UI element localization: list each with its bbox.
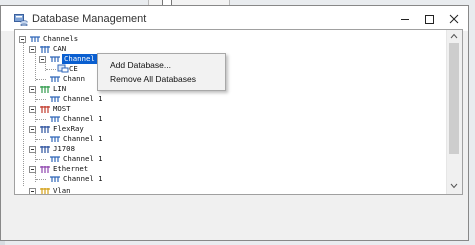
tree-guide-line bbox=[35, 51, 36, 81]
maximize-icon[interactable] bbox=[418, 10, 440, 28]
collapse-toggle[interactable] bbox=[39, 56, 46, 63]
remove-all-databases-menu-item[interactable]: Remove All Databases bbox=[98, 72, 225, 86]
tree-guide-line bbox=[36, 79, 46, 80]
add-database-menu-item[interactable]: Add Database... bbox=[98, 58, 225, 72]
channels-icon bbox=[30, 36, 40, 42]
tree-guide-line bbox=[46, 69, 56, 70]
collapse-toggle[interactable] bbox=[29, 106, 36, 113]
collapse-toggle[interactable] bbox=[29, 166, 36, 173]
minimize-icon[interactable] bbox=[394, 10, 416, 28]
tree-guide-line bbox=[36, 179, 46, 180]
tree-guide-line bbox=[23, 40, 24, 186]
lin-bus-icon bbox=[40, 86, 50, 93]
database-tree-panel[interactable]: Channels CAN Channel 1 CE Chann LIN Chan… bbox=[14, 29, 463, 195]
collapse-toggle[interactable] bbox=[29, 126, 36, 133]
can-bus-icon bbox=[40, 46, 50, 53]
tree-guide-line bbox=[36, 139, 46, 140]
channel-icon bbox=[50, 176, 60, 182]
database-icon bbox=[57, 64, 69, 73]
database-management-window: Database Management Channels CAN Channel… bbox=[0, 5, 469, 241]
scrollbar-thumb[interactable] bbox=[449, 43, 459, 154]
channel-icon bbox=[50, 116, 60, 122]
dialog-bottom-area bbox=[1, 196, 468, 240]
tree-vertical-scrollbar[interactable] bbox=[446, 30, 462, 194]
title-bar[interactable]: Database Management bbox=[1, 6, 468, 31]
collapse-toggle[interactable] bbox=[19, 36, 26, 43]
collapse-toggle[interactable] bbox=[29, 188, 36, 194]
scroll-up-icon[interactable] bbox=[450, 33, 458, 39]
close-icon[interactable] bbox=[443, 10, 465, 28]
tree-guide-line bbox=[36, 119, 46, 120]
channel-icon bbox=[50, 96, 60, 102]
database-management-icon bbox=[14, 14, 28, 26]
collapse-toggle[interactable] bbox=[29, 86, 36, 93]
most-bus-icon bbox=[40, 106, 50, 113]
vlan-bus-icon bbox=[40, 188, 50, 194]
context-menu: Add Database... Remove All Databases bbox=[97, 53, 226, 91]
window-title: Database Management bbox=[32, 13, 147, 25]
collapse-toggle[interactable] bbox=[29, 146, 36, 153]
channel-icon bbox=[50, 156, 60, 162]
channel-icon bbox=[50, 136, 60, 142]
database-tree[interactable]: Channels CAN Channel 1 CE Chann LIN Chan… bbox=[15, 30, 447, 194]
j1708-bus-icon bbox=[40, 146, 50, 153]
scroll-down-icon[interactable] bbox=[450, 183, 458, 189]
channel-icon bbox=[50, 76, 60, 82]
collapse-toggle[interactable] bbox=[29, 46, 36, 53]
tree-guide-line bbox=[36, 99, 46, 100]
channel-icon bbox=[50, 56, 60, 62]
flexray-bus-icon bbox=[40, 126, 50, 133]
ethernet-bus-icon bbox=[40, 166, 50, 173]
tree-guide-line bbox=[36, 159, 46, 160]
